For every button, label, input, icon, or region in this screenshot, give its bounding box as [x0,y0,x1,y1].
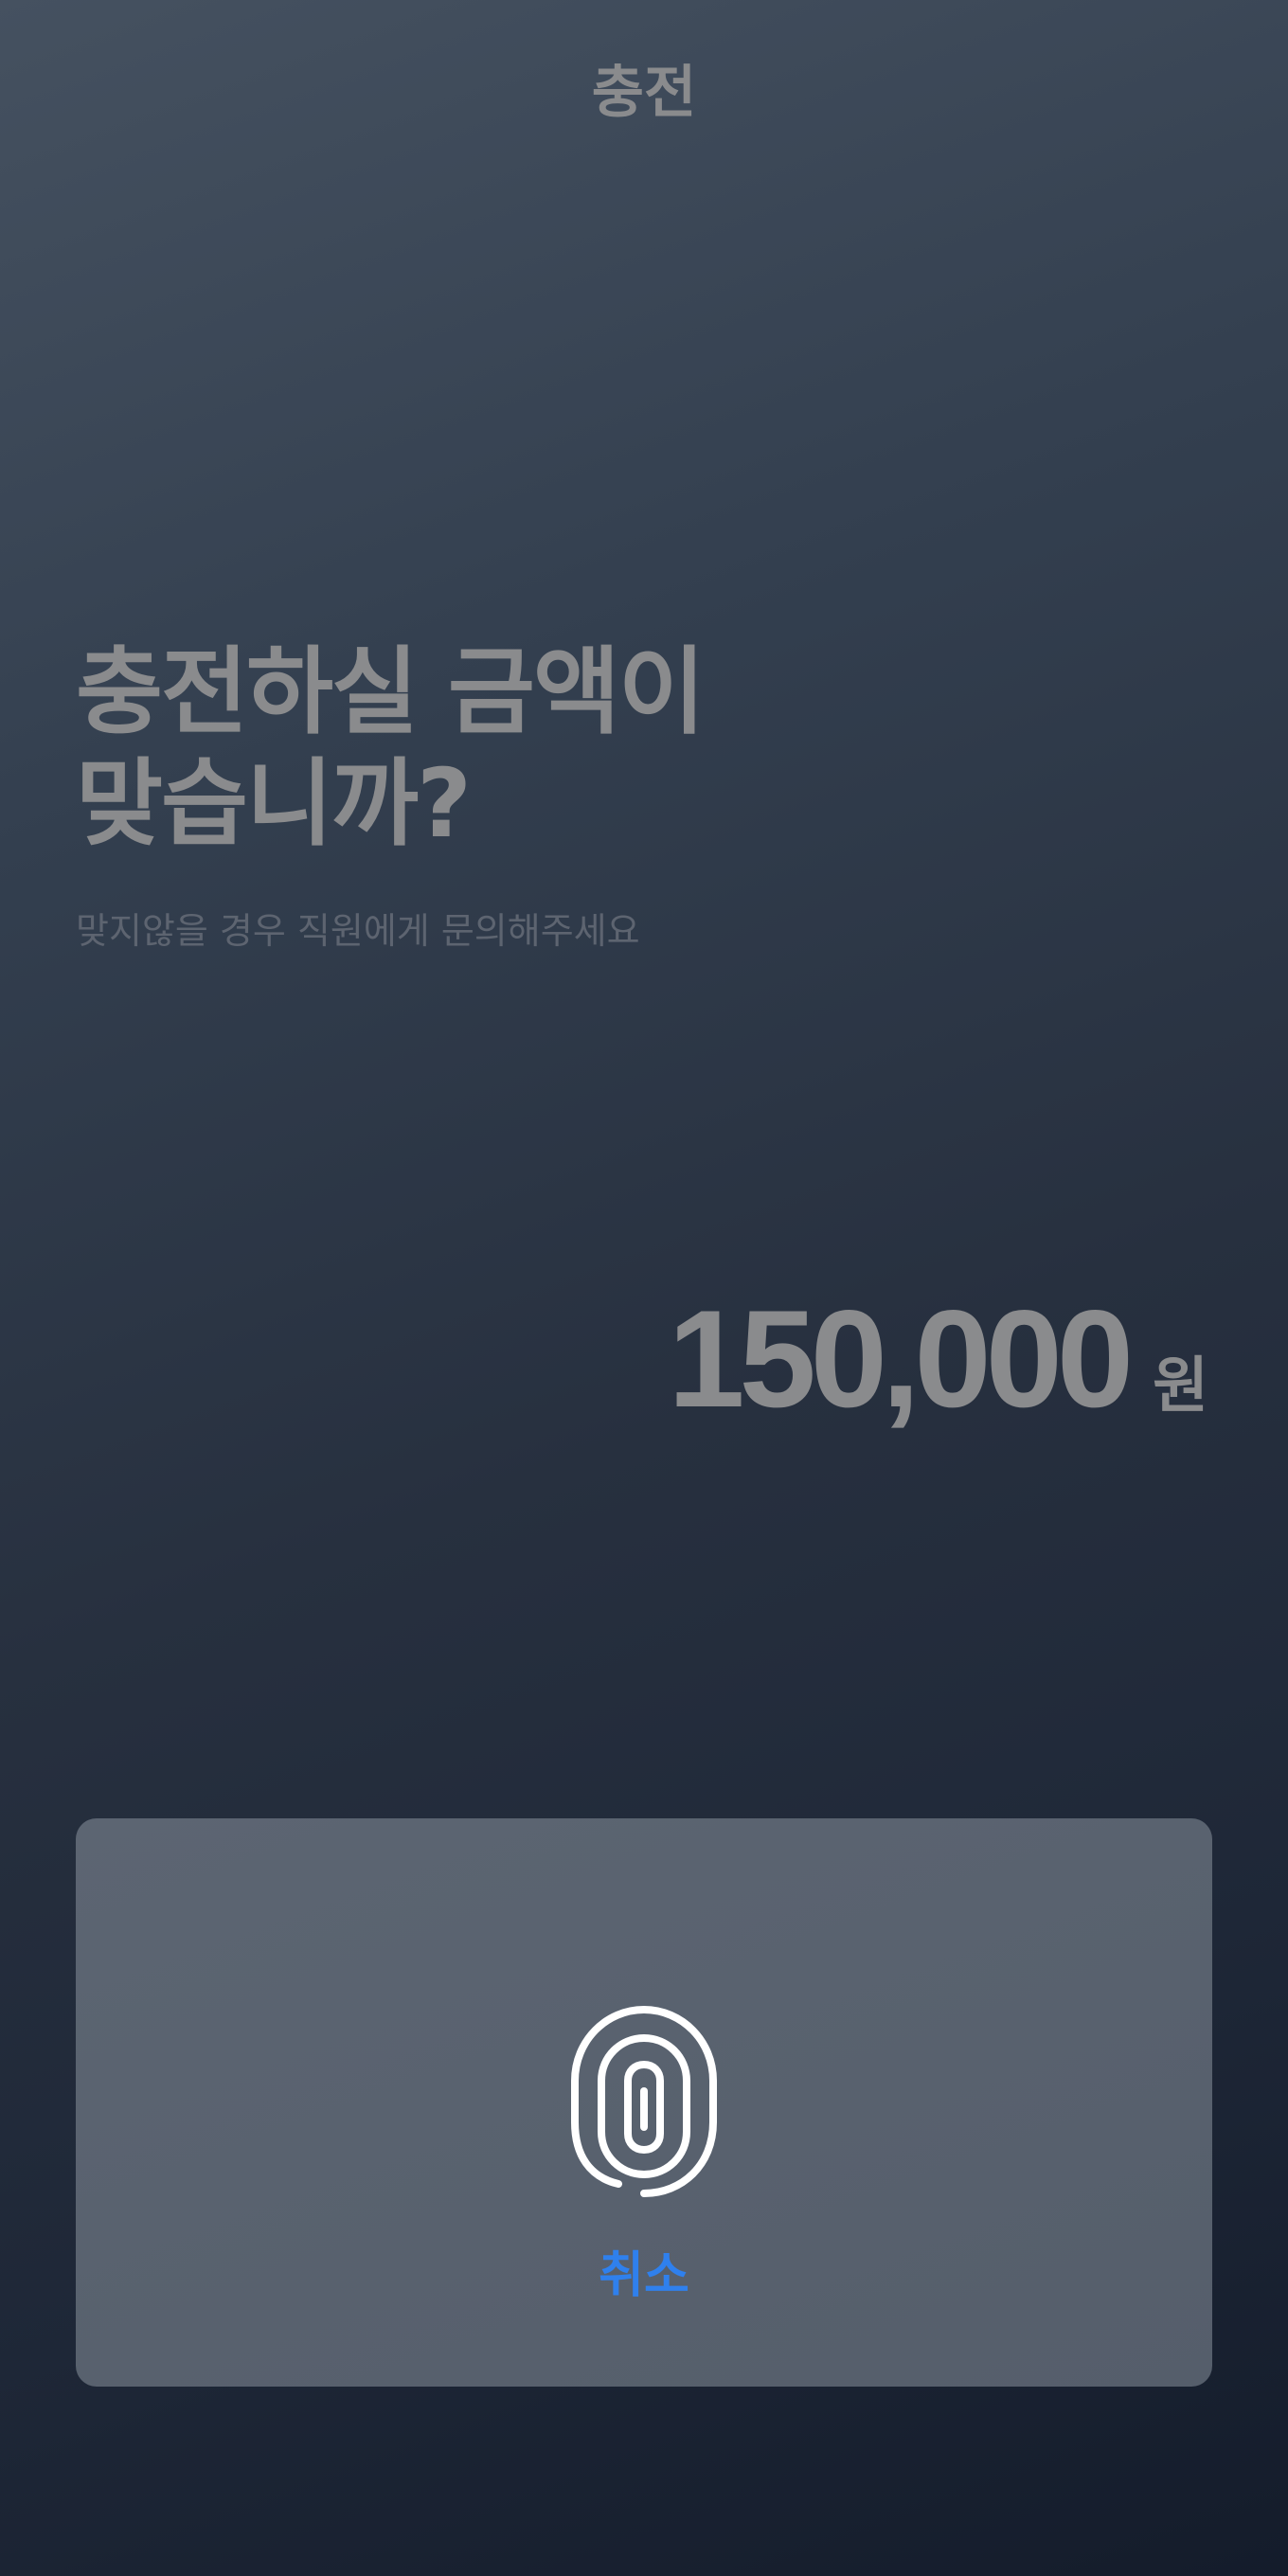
headline-line-1: 충전하실 금액이 [76,636,706,747]
auth-panel: 취소 [76,1818,1212,2387]
fingerprint-icon[interactable] [571,2004,717,2199]
page-title: 충전 [591,60,697,126]
amount-value: 150,000 [668,1281,1134,1436]
help-subtext: 맞지않을 경우 직원에게 문의해주세요 [76,910,640,952]
headline-line-2: 맞습니까? [76,748,472,859]
charge-amount: 150,000 원 [668,1279,1208,1440]
cancel-button[interactable]: 취소 [76,2243,1212,2309]
confirm-headline: 충전하실 금액이 맞습니까? [76,636,1118,860]
currency-unit: 원 [1153,1351,1208,1422]
